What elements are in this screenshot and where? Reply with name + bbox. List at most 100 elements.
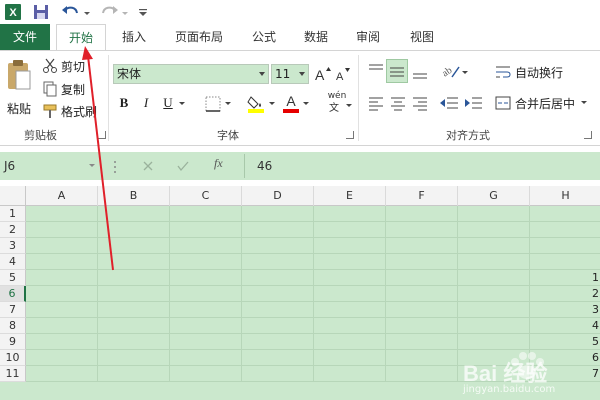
increase-indent-icon[interactable] (462, 93, 484, 113)
cell-a1[interactable] (26, 206, 98, 222)
cell-a9[interactable] (26, 334, 98, 350)
cell-c7[interactable] (170, 302, 242, 318)
cell-c3[interactable] (170, 238, 242, 254)
cell-b3[interactable] (98, 238, 170, 254)
cancel-icon[interactable] (142, 160, 154, 172)
cell-f8[interactable] (386, 318, 458, 334)
cell-a10[interactable] (26, 350, 98, 366)
cell-b10[interactable] (98, 350, 170, 366)
cell-c4[interactable] (170, 254, 242, 270)
undo-icon[interactable] (60, 3, 82, 21)
name-box[interactable]: J6 (0, 154, 100, 178)
clipboard-dialog-launcher[interactable] (98, 131, 106, 139)
cell-h5[interactable]: 1 (530, 270, 600, 286)
cell-f4[interactable] (386, 254, 458, 270)
column-header-f[interactable]: F (386, 186, 458, 206)
row-header-1[interactable]: 1 (0, 206, 26, 222)
column-header-e[interactable]: E (314, 186, 386, 206)
cell-h1[interactable] (530, 206, 600, 222)
cell-a8[interactable] (26, 318, 98, 334)
cell-g8[interactable] (458, 318, 530, 334)
cell-f6[interactable] (386, 286, 458, 302)
row-header-10[interactable]: 10 (0, 350, 26, 366)
cell-f9[interactable] (386, 334, 458, 350)
align-right-icon[interactable] (410, 93, 430, 113)
cell-a5[interactable] (26, 270, 98, 286)
cell-e3[interactable] (314, 238, 386, 254)
cell-f7[interactable] (386, 302, 458, 318)
cell-b2[interactable] (98, 222, 170, 238)
cell-e1[interactable] (314, 206, 386, 222)
cell-g5[interactable] (458, 270, 530, 286)
undo-dropdown-icon[interactable] (83, 3, 91, 21)
borders-icon[interactable] (204, 95, 222, 113)
column-header-g[interactable]: G (458, 186, 530, 206)
cell-c9[interactable] (170, 334, 242, 350)
enter-check-icon[interactable] (176, 160, 190, 172)
font-name-select[interactable]: 宋体 (113, 64, 269, 84)
cell-a4[interactable] (26, 254, 98, 270)
cell-g6[interactable] (458, 286, 530, 302)
cell-b1[interactable] (98, 206, 170, 222)
cell-f2[interactable] (386, 222, 458, 238)
drag-handle-icon[interactable] (112, 160, 118, 174)
cell-d9[interactable] (242, 334, 314, 350)
tab-insert[interactable]: 插入 (112, 24, 156, 50)
cell-e5[interactable] (314, 270, 386, 286)
cell-h8[interactable]: 4 (530, 318, 600, 334)
save-icon[interactable] (32, 3, 50, 21)
align-bottom-icon[interactable] (410, 61, 430, 81)
row-header-7[interactable]: 7 (0, 302, 26, 318)
cell-d3[interactable] (242, 238, 314, 254)
merge-center-button[interactable]: 合并后居中 (494, 93, 592, 113)
cell-f11[interactable] (386, 366, 458, 382)
excel-logo-icon[interactable]: X (4, 3, 22, 21)
cell-b11[interactable] (98, 366, 170, 382)
wrap-text-button[interactable]: 自动换行 (494, 62, 563, 82)
cell-h4[interactable] (530, 254, 600, 270)
cell-e9[interactable] (314, 334, 386, 350)
cell-b7[interactable] (98, 302, 170, 318)
formula-input[interactable]: 46 (244, 154, 600, 178)
align-left-icon[interactable] (366, 93, 386, 113)
row-header-4[interactable]: 4 (0, 254, 26, 270)
phonetic-guide-button[interactable]: wén 文 (322, 91, 352, 115)
cell-h7[interactable]: 3 (530, 302, 600, 318)
cell-f3[interactable] (386, 238, 458, 254)
increase-font-size-icon[interactable]: A (314, 65, 332, 83)
cell-h6[interactable]: 2 (530, 286, 600, 302)
italic-button[interactable]: I (136, 93, 156, 113)
tab-home[interactable]: 开始 (56, 24, 106, 50)
cell-c6[interactable] (170, 286, 242, 302)
cell-d11[interactable] (242, 366, 314, 382)
cell-e11[interactable] (314, 366, 386, 382)
column-header-a[interactable]: A (26, 186, 98, 206)
format-painter-button[interactable]: 格式刷 (42, 101, 97, 121)
cell-d5[interactable] (242, 270, 314, 286)
cell-c10[interactable] (170, 350, 242, 366)
customize-qat-icon[interactable] (138, 3, 148, 21)
tab-data[interactable]: 数据 (294, 24, 338, 50)
cell-d6[interactable] (242, 286, 314, 302)
cell-g7[interactable] (458, 302, 530, 318)
tab-file[interactable]: 文件 (0, 24, 50, 50)
decrease-font-size-icon[interactable]: A (334, 65, 352, 83)
select-all-button[interactable] (0, 186, 26, 206)
font-size-select[interactable]: 11 (271, 64, 309, 84)
column-header-h[interactable]: H (530, 186, 600, 206)
cell-d7[interactable] (242, 302, 314, 318)
insert-function-button[interactable]: fx (214, 156, 223, 171)
align-middle-button[interactable] (386, 59, 408, 83)
row-header-9[interactable]: 9 (0, 334, 26, 350)
cell-d1[interactable] (242, 206, 314, 222)
cell-h3[interactable] (530, 238, 600, 254)
row-header-5[interactable]: 5 (0, 270, 26, 286)
bold-button[interactable]: B (114, 93, 134, 113)
cell-c8[interactable] (170, 318, 242, 334)
cell-f5[interactable] (386, 270, 458, 286)
cell-c2[interactable] (170, 222, 242, 238)
row-header-2[interactable]: 2 (0, 222, 26, 238)
row-header-3[interactable]: 3 (0, 238, 26, 254)
cell-c11[interactable] (170, 366, 242, 382)
cell-e8[interactable] (314, 318, 386, 334)
